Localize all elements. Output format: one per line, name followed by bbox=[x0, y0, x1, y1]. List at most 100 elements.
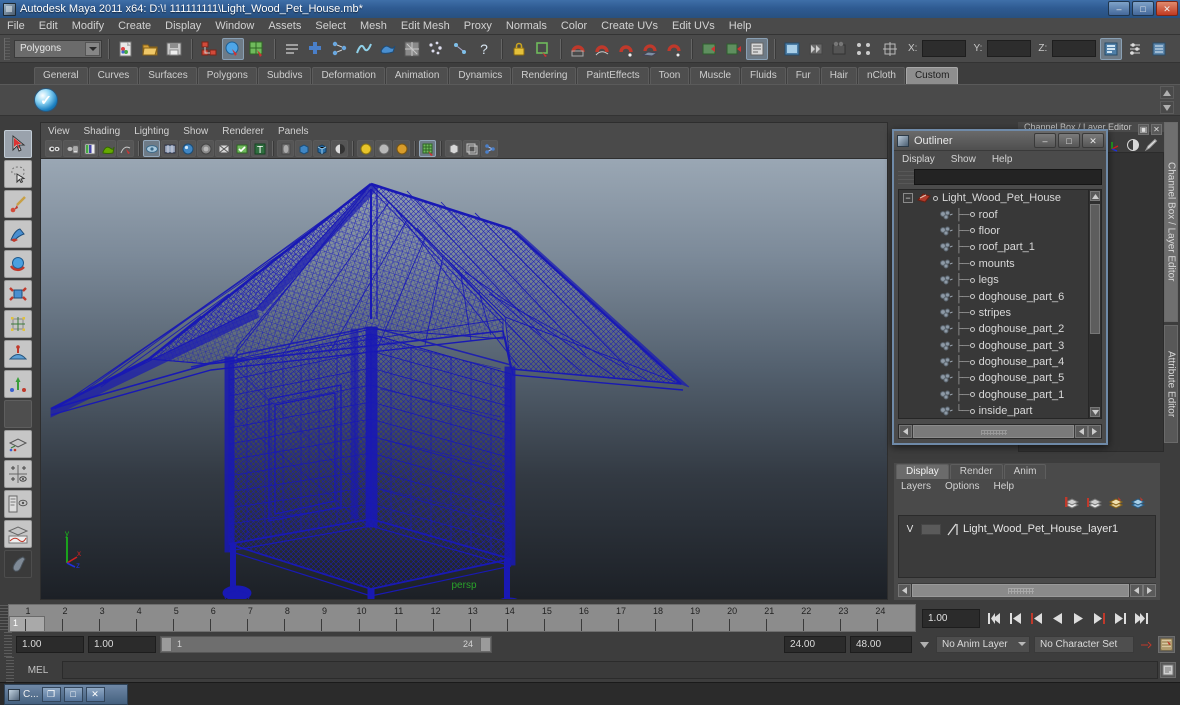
single-perspective-layout-icon[interactable] bbox=[4, 430, 32, 458]
flat-shade-icon[interactable] bbox=[197, 140, 214, 157]
shelf-tab-fluids[interactable]: Fluids bbox=[741, 67, 786, 84]
layer-name[interactable]: Light_Wood_Pet_House_layer1 bbox=[963, 523, 1118, 535]
menu-window[interactable]: Window bbox=[208, 18, 261, 34]
menu-modify[interactable]: Modify bbox=[65, 18, 111, 34]
soft-modification-tool-icon[interactable] bbox=[4, 340, 32, 368]
anim-layer-selector[interactable]: No Anim Layer bbox=[936, 636, 1030, 653]
outliner-close-button[interactable]: ✕ bbox=[1082, 133, 1104, 148]
right-panel-undock-icon[interactable]: ▣ bbox=[1138, 124, 1149, 135]
uv-texture-icon[interactable] bbox=[401, 38, 423, 60]
command-input[interactable] bbox=[62, 661, 1158, 679]
chevron-down-icon[interactable] bbox=[85, 41, 100, 56]
perspective-viewport[interactable]: y x z persp bbox=[41, 159, 887, 599]
layer-list[interactable]: V Light_Wood_Pet_House_layer1 bbox=[898, 515, 1156, 578]
shelf-tab-deformation[interactable]: Deformation bbox=[312, 67, 385, 84]
menu-set-selector[interactable]: Polygons bbox=[14, 39, 102, 58]
outliner-item[interactable]: ├─ mounts bbox=[899, 256, 1087, 272]
light-yellow-icon[interactable] bbox=[357, 140, 374, 157]
shelf-tab-toon[interactable]: Toon bbox=[649, 67, 690, 84]
layer-hscroll-left2-icon[interactable] bbox=[1130, 583, 1143, 597]
menu-edit[interactable]: Edit bbox=[32, 18, 65, 34]
show-hide-attribute-editor-icon[interactable] bbox=[1100, 37, 1123, 60]
command-language-label[interactable]: MEL bbox=[20, 665, 56, 676]
animation-end-time-field[interactable]: 48.00 bbox=[850, 636, 912, 653]
go-to-start-button[interactable] bbox=[986, 609, 1003, 627]
toolbar-grip[interactable] bbox=[4, 37, 10, 60]
menu-help[interactable]: Help bbox=[722, 18, 759, 34]
character-set-selector[interactable]: No Character Set bbox=[1034, 636, 1134, 653]
layer-tab-anim[interactable]: Anim bbox=[1003, 464, 1047, 479]
outliner-search-input[interactable] bbox=[914, 169, 1102, 185]
viewport-menu-show[interactable]: Show bbox=[176, 126, 215, 137]
duplicate-view-icon[interactable] bbox=[463, 140, 480, 157]
outliner-scroll-up-icon[interactable] bbox=[1090, 191, 1100, 201]
last-tool-used-icon[interactable] bbox=[4, 370, 32, 398]
shelf-tab-ncloth[interactable]: nCloth bbox=[858, 67, 905, 84]
hypershade-icon[interactable] bbox=[781, 38, 803, 60]
use-default-lighting-icon[interactable] bbox=[295, 140, 312, 157]
select-by-object-type-icon[interactable] bbox=[222, 37, 244, 60]
outliner-item[interactable]: ├─ doghouse_part_1 bbox=[899, 387, 1087, 403]
hypergraph-icon[interactable] bbox=[853, 38, 875, 60]
time-cursor[interactable]: 1 bbox=[9, 616, 45, 631]
outliner-window[interactable]: Outliner – □ ✕ Display Show Help − Light_… bbox=[892, 129, 1108, 445]
paint-selection-tool-icon[interactable] bbox=[4, 190, 32, 218]
outliner-item[interactable]: ├─ roof_part_1 bbox=[899, 239, 1087, 255]
range-start-time-field[interactable]: 1.00 bbox=[88, 636, 156, 653]
layer-row[interactable]: V Light_Wood_Pet_House_layer1 bbox=[899, 521, 1155, 537]
tab-channel-box-layer-editor[interactable]: Channel Box / Layer Editor bbox=[1164, 122, 1178, 322]
layer-menu-help[interactable]: Help bbox=[986, 481, 1021, 492]
shelf-checkmark-icon[interactable]: ✓ bbox=[34, 88, 58, 112]
scale-tool-icon[interactable] bbox=[4, 280, 32, 308]
animation-preferences-icon[interactable] bbox=[1158, 636, 1175, 653]
shelf-tab-animation[interactable]: Animation bbox=[385, 67, 449, 84]
shelf-tab-painteffects[interactable]: PaintEffects bbox=[577, 67, 649, 84]
select-by-hierarchy-icon[interactable] bbox=[198, 38, 220, 60]
hardware-texturing-icon[interactable] bbox=[233, 140, 250, 157]
outliner-item[interactable]: ├─ roof bbox=[899, 206, 1087, 222]
ipr-render-icon[interactable] bbox=[722, 38, 744, 60]
show-hide-tool-settings-icon[interactable] bbox=[1124, 38, 1146, 60]
taskbar-close-button[interactable]: ✕ bbox=[85, 687, 105, 702]
select-by-component-type-icon[interactable] bbox=[246, 38, 268, 60]
shelf-tab-fur[interactable]: Fur bbox=[786, 67, 820, 84]
select-hierarchy-icon[interactable] bbox=[329, 38, 351, 60]
go-to-end-button[interactable] bbox=[1133, 609, 1150, 627]
outliner-tree[interactable]: − Light_Wood_Pet_House ├─ roof ├─ floor ├─ roof… bbox=[898, 189, 1102, 419]
menu-file[interactable]: File bbox=[0, 18, 32, 34]
new-scene-icon[interactable] bbox=[115, 38, 137, 60]
shelf-tab-rendering[interactable]: Rendering bbox=[512, 67, 577, 84]
menu-edit-mesh[interactable]: Edit Mesh bbox=[394, 18, 457, 34]
layer-hscroll-left-icon[interactable] bbox=[898, 583, 911, 597]
outliner-item[interactable]: − Light_Wood_Pet_House bbox=[899, 190, 1087, 206]
taskbar-window-button[interactable]: C... ❐ □ ✕ bbox=[4, 684, 128, 705]
layer-tab-display[interactable]: Display bbox=[896, 464, 949, 479]
outliner-item[interactable]: ├─ doghouse_part_3 bbox=[899, 338, 1087, 354]
animation-start-time-field[interactable]: 1.00 bbox=[16, 636, 84, 653]
outliner-hscroll-left-icon[interactable] bbox=[899, 425, 912, 438]
outliner-minimize-button[interactable]: – bbox=[1034, 133, 1056, 148]
smooth-shade-selected-icon[interactable] bbox=[179, 140, 196, 157]
outliner-persp-layout-icon[interactable] bbox=[4, 490, 32, 518]
shelf-tab-curves[interactable]: Curves bbox=[88, 67, 139, 84]
new-layer-from-selected-icon[interactable] bbox=[1064, 496, 1080, 510]
surface-icon[interactable] bbox=[377, 38, 399, 60]
current-time-field[interactable]: 1.00 bbox=[922, 608, 980, 628]
snap-to-curves-icon[interactable] bbox=[591, 38, 613, 60]
menu-normals[interactable]: Normals bbox=[499, 18, 554, 34]
menu-mesh[interactable]: Mesh bbox=[353, 18, 394, 34]
outliner-item[interactable]: ├─ legs bbox=[899, 272, 1087, 288]
minimize-button[interactable]: – bbox=[1108, 1, 1130, 16]
layer-membership-icon[interactable] bbox=[1130, 496, 1146, 510]
viewport-menu-panels[interactable]: Panels bbox=[271, 126, 316, 137]
shelf-tab-subdivs[interactable]: Subdivs bbox=[257, 67, 312, 84]
viewport-menu-view[interactable]: View bbox=[41, 126, 77, 137]
light-grey-icon[interactable] bbox=[375, 140, 392, 157]
select-tool-icon[interactable] bbox=[4, 130, 32, 158]
pencil-icon[interactable] bbox=[1144, 138, 1158, 152]
outliner-scroll-thumb[interactable] bbox=[1090, 204, 1100, 334]
light-amber-icon[interactable] bbox=[393, 140, 410, 157]
menu-assets[interactable]: Assets bbox=[261, 18, 308, 34]
outliner-hscroll-right-icon[interactable] bbox=[1088, 425, 1101, 438]
layer-hscroll-trough[interactable] bbox=[912, 583, 1129, 597]
